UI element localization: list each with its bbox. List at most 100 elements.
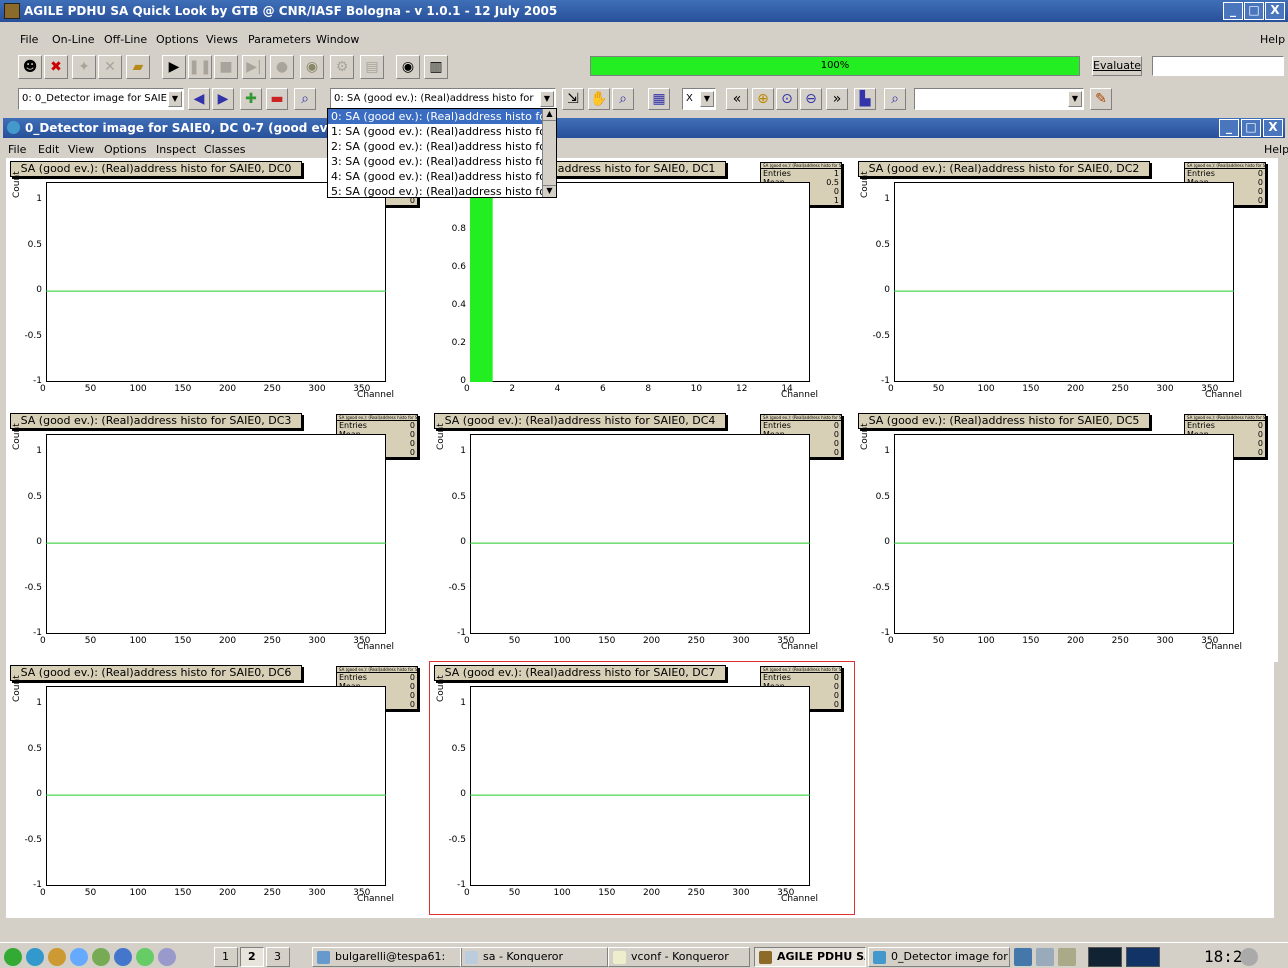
remove-icon[interactable]: ▬ xyxy=(266,88,288,110)
plot-area[interactable] xyxy=(46,686,386,886)
maximize-button[interactable]: □ xyxy=(1244,2,1264,20)
chevron-down-icon[interactable]: ▼ xyxy=(540,91,554,107)
task-detector[interactable]: 0_Detector image for xyxy=(868,947,1010,967)
page-icon[interactable]: ▤ xyxy=(360,55,384,79)
plot-area[interactable] xyxy=(46,182,386,382)
eye-icon[interactable]: ◉ xyxy=(396,55,420,79)
sub-maximize-button[interactable]: □ xyxy=(1241,119,1261,137)
pad-title[interactable]: SA (good ev.): (Real)address histo for S… xyxy=(434,665,726,681)
clipboard-icon[interactable] xyxy=(1036,948,1054,966)
menu-options[interactable]: Options xyxy=(156,33,198,46)
menu-views[interactable]: Views xyxy=(206,33,238,46)
submenu-options[interactable]: Options xyxy=(104,143,146,156)
record-icon[interactable]: ● xyxy=(270,55,294,79)
axis-select[interactable]: X ▼ xyxy=(682,88,716,110)
chevron-down-icon[interactable]: ▼ xyxy=(168,91,182,107)
canvas-select[interactable]: 0: 0_Detector image for SAIE ▼ xyxy=(18,88,184,110)
fast-forward-icon[interactable]: » xyxy=(826,88,848,110)
dropdown-item[interactable]: 2: SA (good ev.): (Real)address histo fo… xyxy=(328,139,556,154)
network-icon[interactable] xyxy=(70,948,88,966)
paint-icon[interactable]: ✎ xyxy=(1090,88,1112,110)
settings-icon[interactable] xyxy=(158,948,176,966)
extra-select[interactable]: ▼ xyxy=(914,88,1084,110)
histogram-canvas[interactable]: SA (good ev.): (Real)address histo for S… xyxy=(6,158,1278,918)
import-icon[interactable]: ⇲ xyxy=(562,88,584,110)
add-icon[interactable]: ✚ xyxy=(240,88,262,110)
play-icon[interactable]: ▶ xyxy=(162,55,186,79)
submenu-classes[interactable]: Classes xyxy=(204,143,245,156)
keyboard-icon[interactable] xyxy=(1058,948,1076,966)
chevron-down-icon[interactable]: ▼ xyxy=(1068,91,1082,107)
histogram-pad[interactable]: SA (good ev.): (Real)address histo for S… xyxy=(854,410,1278,662)
pad-title[interactable]: SA (good ev.): (Real)address histo for S… xyxy=(434,413,726,429)
connect-icon[interactable]: ☻ xyxy=(18,55,42,79)
scroll-down-icon[interactable]: ▼ xyxy=(543,185,556,197)
menu-online[interactable]: On-Line xyxy=(52,33,95,46)
evaluate-button[interactable]: Evaluate xyxy=(1092,56,1142,76)
terminal-icon[interactable] xyxy=(114,948,132,966)
grid-icon[interactable]: ▦ xyxy=(648,88,670,110)
desktop-3[interactable]: 3 xyxy=(266,947,290,967)
dropdown-scrollbar[interactable]: ▲ ▼ xyxy=(542,109,556,197)
pad-title[interactable]: SA (good ev.): (Real)address histo for S… xyxy=(10,161,302,177)
dropdown-item[interactable]: 4: SA (good ev.): (Real)address histo fo… xyxy=(328,169,556,184)
submenu-help[interactable]: Help xyxy=(1264,143,1288,156)
menu-window[interactable]: Window xyxy=(316,33,359,46)
step-icon[interactable]: ▶| xyxy=(242,55,266,79)
histogram-icon[interactable]: ▙ xyxy=(854,88,876,110)
chevron-down-icon[interactable]: ▼ xyxy=(700,91,714,107)
dropdown-item[interactable]: 3: SA (good ev.): (Real)address histo fo… xyxy=(328,154,556,169)
menu-parameters[interactable]: Parameters xyxy=(248,33,311,46)
submenu-edit[interactable]: Edit xyxy=(38,143,59,156)
pad-title[interactable]: SA (good ev.): (Real)address histo for S… xyxy=(858,161,1150,177)
prev-icon[interactable]: ◀ xyxy=(188,88,210,110)
plot-area[interactable] xyxy=(470,686,810,886)
plot-area[interactable] xyxy=(894,434,1234,634)
monitor-icon[interactable] xyxy=(1014,948,1032,966)
submenu-inspect[interactable]: Inspect xyxy=(156,143,196,156)
plot-area[interactable] xyxy=(46,434,386,634)
plot-area[interactable] xyxy=(470,434,810,634)
reset-icon[interactable]: ◉ xyxy=(300,55,324,79)
dropdown-item[interactable]: 0: SA (good ev.): (Real)address histo fo… xyxy=(328,109,556,124)
sub-minimize-button[interactable]: _ xyxy=(1219,119,1239,137)
task-terminal[interactable]: bulgarelli@tespa61: xyxy=(312,947,462,967)
close-button[interactable]: X xyxy=(1265,2,1285,20)
scroll-up-icon[interactable]: ▲ xyxy=(543,109,556,121)
menu-help[interactable]: Help xyxy=(1260,33,1285,46)
submenu-view[interactable]: View xyxy=(68,143,94,156)
task-agile[interactable]: AGILE PDHU SA Qui xyxy=(754,947,866,967)
app-launch-icon[interactable] xyxy=(136,948,154,966)
home-icon[interactable] xyxy=(48,948,66,966)
zoom-fit-icon[interactable]: ⊙ xyxy=(776,88,798,110)
evaluate-input[interactable] xyxy=(1152,56,1284,76)
hand-icon[interactable]: ✋ xyxy=(588,88,610,110)
histo-select[interactable]: 0: SA (good ev.): (Real)address histo fo… xyxy=(330,88,556,110)
histogram-pad[interactable]: SA (good ev.): (Real)address histo for S… xyxy=(854,158,1278,410)
pad-title[interactable]: SA (good ev.): (Real)address histo for S… xyxy=(10,413,302,429)
sound-icon[interactable] xyxy=(1240,948,1258,966)
task-konqueror-sa[interactable]: sa - Konqueror xyxy=(460,947,608,967)
dropdown-item[interactable]: 5: SA (good ev.): (Real)address histo fo… xyxy=(328,184,556,199)
pad-title[interactable]: SA (good ev.): (Real)address histo for S… xyxy=(10,665,302,681)
sub-close-button[interactable]: X xyxy=(1263,119,1283,137)
histogram-pad[interactable]: SA (good ev.): (Real)address histo for S… xyxy=(430,410,854,662)
histogram-pad[interactable]: SA (good ev.): (Real)address histo for S… xyxy=(6,662,430,914)
plot-area[interactable] xyxy=(470,182,810,382)
delete-icon[interactable]: ✕ xyxy=(98,55,122,79)
desktop-2[interactable]: 2 xyxy=(240,947,264,967)
menu-file[interactable]: File xyxy=(20,33,38,46)
zoom-in-icon[interactable]: ⊕ xyxy=(752,88,774,110)
search-icon[interactable]: ⌕ xyxy=(294,88,316,110)
submenu-file[interactable]: File xyxy=(8,143,26,156)
minimize-button[interactable]: _ xyxy=(1223,2,1243,20)
pause-icon[interactable]: ❚❚ xyxy=(188,55,212,79)
task-konqueror-vconf[interactable]: vconf - Konqueror xyxy=(608,947,750,967)
menu-offline[interactable]: Off-Line xyxy=(104,33,147,46)
kmenu-icon[interactable] xyxy=(4,948,22,966)
open-folder-icon[interactable]: ▰ xyxy=(126,55,150,79)
stop-icon[interactable]: ■ xyxy=(214,55,238,79)
rewind-icon[interactable]: « xyxy=(726,88,748,110)
histogram-pad[interactable]: SA (good ev.): (Real)address histo for S… xyxy=(6,410,430,662)
browser-icon[interactable] xyxy=(26,948,44,966)
